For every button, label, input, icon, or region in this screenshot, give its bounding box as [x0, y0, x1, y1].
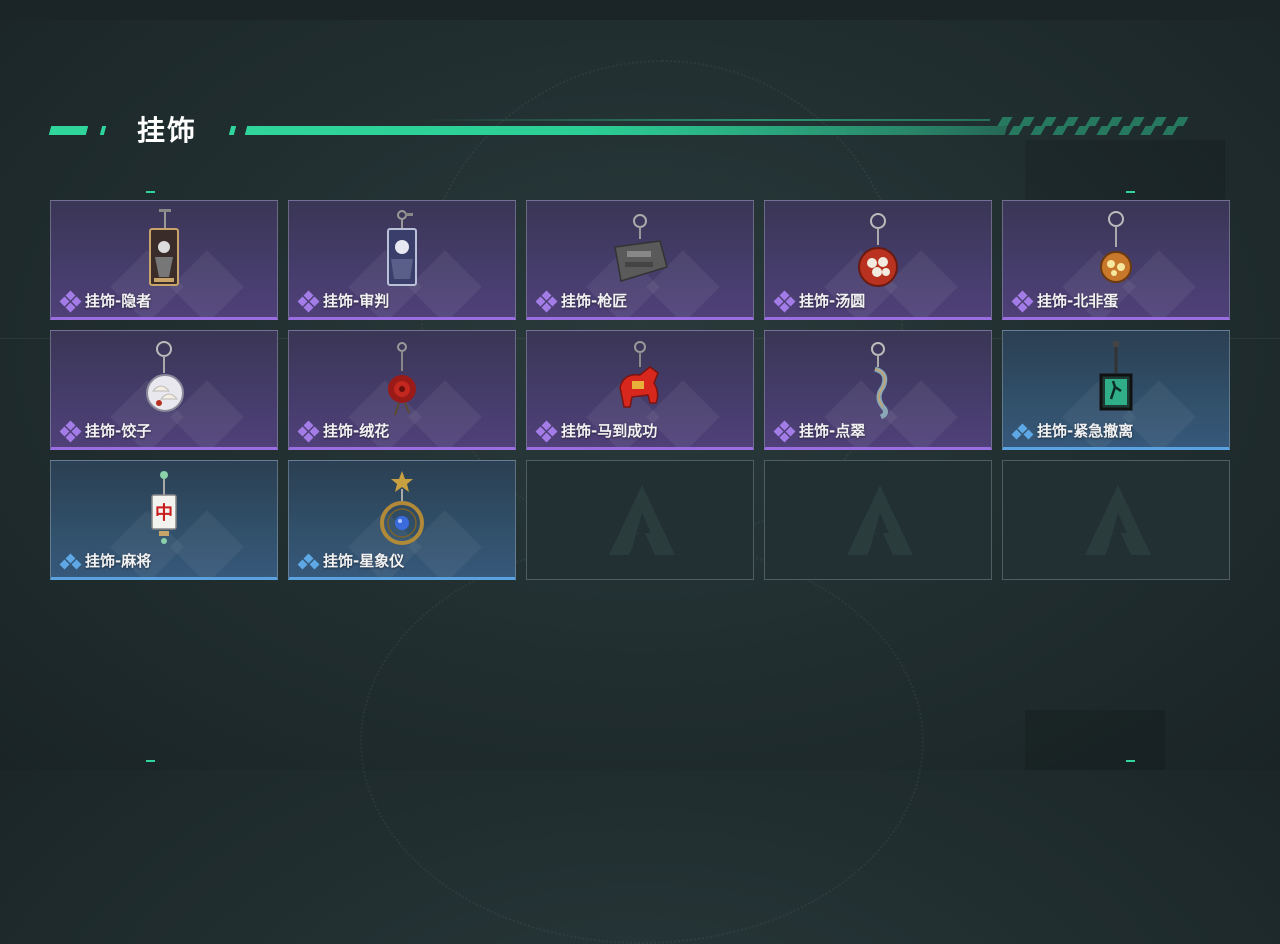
- rarity-diamond-icon: [59, 552, 82, 570]
- corner-marker: [146, 760, 155, 762]
- rarity-diamond-icon: [535, 420, 558, 442]
- card-label-row: 挂饰-紧急撤离: [1011, 420, 1134, 441]
- item-name: 挂饰-枪匠: [561, 292, 628, 310]
- empty-slot[interactable]: [764, 460, 992, 580]
- mahjong-tile-icon: 中: [151, 471, 177, 544]
- item-card[interactable]: 挂饰-枪匠: [526, 200, 754, 320]
- item-name: 挂饰-麻将: [85, 552, 152, 570]
- card-label-row: 挂饰-绒花: [297, 420, 390, 442]
- header-accent: [48, 126, 89, 135]
- svg-text:中: 中: [155, 502, 173, 524]
- velvet-flower-icon: [388, 342, 416, 416]
- background-ring: [360, 540, 924, 944]
- rarity-diamond-icon: [297, 420, 320, 442]
- item-card[interactable]: 挂饰-紧急撤离: [1002, 330, 1230, 450]
- item-card[interactable]: 挂饰-星象仪: [288, 460, 516, 580]
- judgement-tarot-card-icon: [387, 210, 417, 286]
- background-shape: [1025, 710, 1165, 770]
- tangyuan-bowl-icon: [858, 213, 898, 287]
- item-name: 挂饰-星象仪: [323, 552, 405, 570]
- gunsmith-crate-icon: [614, 214, 668, 282]
- dumpling-plate-icon: [146, 341, 184, 412]
- shakshuka-pan-icon: [1100, 211, 1132, 283]
- item-name: 挂饰-汤圆: [799, 292, 866, 310]
- card-label-row: 挂饰-隐者: [59, 290, 152, 312]
- header-bar: [244, 126, 1008, 135]
- empty-slot-logo-icon: [847, 485, 913, 555]
- item-name: 挂饰-紧急撤离: [1037, 422, 1134, 440]
- rarity-diamond-icon: [1011, 422, 1034, 440]
- item-card[interactable]: 挂饰-点翠: [764, 330, 992, 450]
- item-card[interactable]: 中 挂饰-麻将: [50, 460, 278, 580]
- red-horse-icon: [619, 341, 659, 408]
- astrolabe-icon: [380, 471, 424, 545]
- corner-marker: [1126, 191, 1135, 193]
- rarity-diamond-icon: [1011, 290, 1034, 312]
- item-name: 挂饰-隐者: [85, 292, 152, 310]
- rarity-diamond-icon: [773, 290, 796, 312]
- card-label-row: 挂饰-审判: [297, 290, 390, 312]
- item-name: 挂饰-北非蛋: [1037, 292, 1119, 310]
- item-card[interactable]: 挂饰-饺子: [50, 330, 278, 450]
- kingfisher-ornament-icon: [871, 342, 889, 419]
- rarity-diamond-icon: [59, 290, 82, 312]
- card-label-row: 挂饰-汤圆: [773, 290, 866, 312]
- header-accent: [99, 126, 107, 135]
- rarity-diamond-icon: [535, 290, 558, 312]
- item-name: 挂饰-审判: [323, 292, 390, 310]
- item-card[interactable]: 挂饰-绒花: [288, 330, 516, 450]
- top-bar: [0, 0, 1280, 20]
- item-name: 挂饰-点翠: [799, 422, 866, 440]
- item-name: 挂饰-饺子: [85, 422, 152, 440]
- rarity-diamond-icon: [297, 552, 320, 570]
- hermit-tarot-card-icon: [149, 209, 179, 286]
- card-label-row: 挂饰-麻将: [59, 550, 152, 571]
- card-label-row: 挂饰-枪匠: [535, 290, 628, 312]
- card-label-row: 挂饰-马到成功: [535, 420, 658, 442]
- header-accent: [228, 126, 237, 135]
- empty-slot[interactable]: [526, 460, 754, 580]
- rarity-diamond-icon: [59, 420, 82, 442]
- item-card[interactable]: 挂饰-汤圆: [764, 200, 992, 320]
- page-title: 挂饰: [137, 114, 198, 147]
- card-label-row: 挂饰-北非蛋: [1011, 290, 1119, 312]
- rarity-diamond-icon: [773, 420, 796, 442]
- header-thin-line: [420, 119, 990, 121]
- empty-slot[interactable]: [1002, 460, 1230, 580]
- corner-marker: [1126, 760, 1135, 762]
- item-card[interactable]: 挂饰-北非蛋: [1002, 200, 1230, 320]
- card-label-row: 挂饰-星象仪: [297, 550, 405, 571]
- corner-marker: [146, 191, 155, 193]
- empty-slot-logo-icon: [1085, 485, 1151, 555]
- item-name: 挂饰-绒花: [323, 422, 390, 440]
- card-label-row: 挂饰-饺子: [59, 420, 152, 442]
- item-card[interactable]: 挂饰-审判: [288, 200, 516, 320]
- header-checker-pattern: [996, 117, 1201, 135]
- emergency-exit-sign-icon: [1099, 341, 1133, 411]
- item-name: 挂饰-马到成功: [561, 422, 658, 440]
- item-card[interactable]: 挂饰-马到成功: [526, 330, 754, 450]
- empty-slot-logo-icon: [609, 485, 675, 555]
- card-label-row: 挂饰-点翠: [773, 420, 866, 442]
- item-card[interactable]: 挂饰-隐者: [50, 200, 278, 320]
- rarity-diamond-icon: [297, 290, 320, 312]
